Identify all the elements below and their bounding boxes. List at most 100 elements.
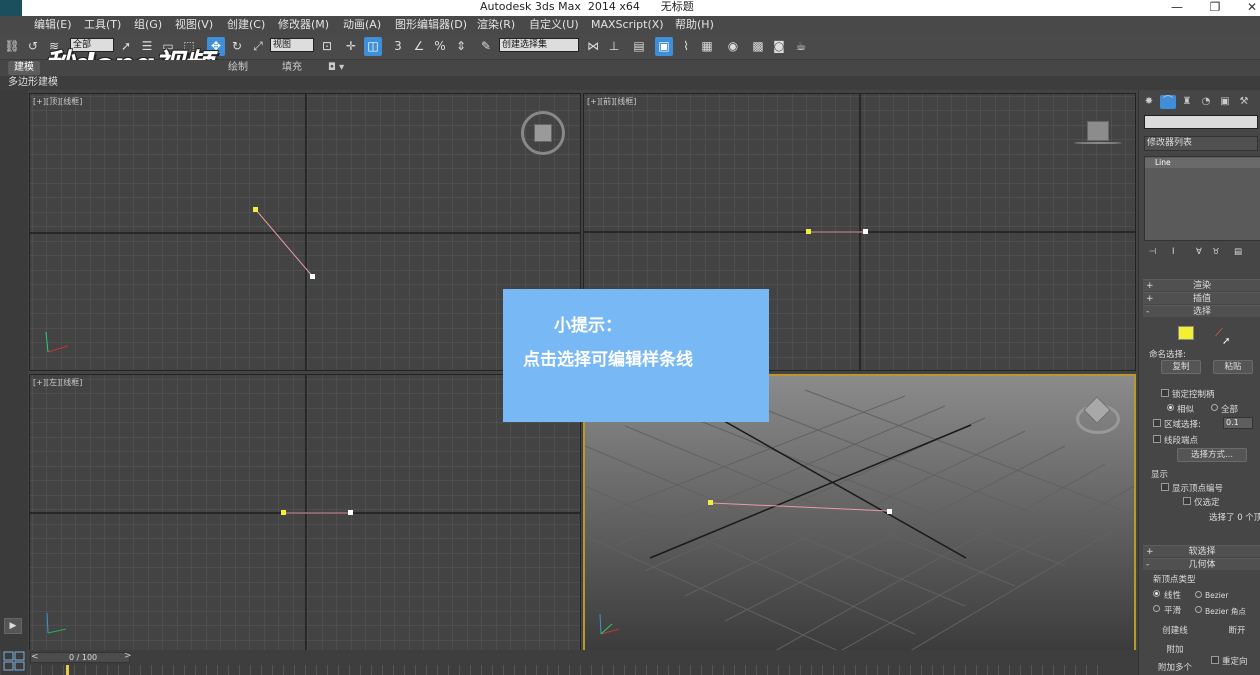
- percent-snap-icon[interactable]: %: [431, 37, 449, 56]
- lock-handles-checkbox[interactable]: [1161, 389, 1169, 397]
- viewport-layout-icon[interactable]: [1, 650, 27, 675]
- spline-vertex[interactable]: [253, 207, 258, 212]
- pin-stack-icon[interactable]: ⊣: [1149, 247, 1156, 257]
- align-icon[interactable]: ⊥: [605, 37, 623, 56]
- paste-button[interactable]: 粘贴: [1213, 360, 1253, 374]
- segment-end-checkbox[interactable]: [1153, 435, 1161, 443]
- spline-vertex[interactable]: [863, 229, 868, 234]
- spline-vertex[interactable]: [348, 510, 353, 515]
- spline-vertex[interactable]: [887, 509, 892, 514]
- create-panel-icon[interactable]: ✸: [1141, 95, 1157, 109]
- menu-views[interactable]: 视图(V): [175, 16, 213, 34]
- named-selection-dropdown[interactable]: 创建选择集: [499, 38, 579, 52]
- layer-manager-icon[interactable]: ▤: [630, 37, 648, 56]
- menu-edit[interactable]: 编辑(E): [34, 16, 72, 34]
- app-logo-icon[interactable]: [0, 0, 22, 16]
- remove-modifier-icon[interactable]: ♉: [1212, 247, 1220, 257]
- viewport-left[interactable]: [+][左][线框]: [29, 374, 581, 652]
- menu-animation[interactable]: 动画(A): [343, 16, 381, 34]
- polygon-modeling-label[interactable]: 多边形建模: [8, 76, 58, 90]
- menu-create[interactable]: 创建(C): [227, 16, 265, 34]
- rendered-frame-icon[interactable]: ◙: [770, 37, 788, 56]
- menu-group[interactable]: 组(G): [134, 16, 162, 34]
- snaps-toggle-icon[interactable]: 3: [389, 37, 407, 56]
- schematic-view-icon[interactable]: ▦: [698, 37, 716, 56]
- break-button[interactable]: 断开: [1215, 624, 1259, 638]
- track-bar[interactable]: [30, 665, 1105, 675]
- modifier-list-dropdown[interactable]: 修改器列表: [1144, 136, 1258, 151]
- graphite-tools-icon[interactable]: ▣: [655, 37, 673, 56]
- rollout-soft-selection[interactable]: + 软选择: [1143, 545, 1260, 557]
- menu-graph-editors[interactable]: 图形编辑器(D): [395, 16, 467, 34]
- stack-item-line[interactable]: Line: [1145, 158, 1260, 168]
- select-rotate-icon[interactable]: ↻: [228, 37, 246, 56]
- bezier-corner-radio[interactable]: [1195, 606, 1202, 613]
- reorient-checkbox[interactable]: [1211, 656, 1219, 664]
- menu-maxscript[interactable]: MAXScript(X): [591, 16, 664, 34]
- smooth-radio[interactable]: [1153, 605, 1160, 612]
- select-by-button[interactable]: 选择方式...: [1177, 448, 1247, 462]
- menu-modifiers[interactable]: 修改器(M): [278, 16, 329, 34]
- spline-vertex[interactable]: [281, 510, 286, 515]
- time-next-button[interactable]: >: [124, 651, 132, 661]
- time-slider[interactable]: < 0 / 100: [30, 652, 130, 663]
- angle-snap-icon[interactable]: ∠: [410, 37, 428, 56]
- object-name-field[interactable]: [1144, 115, 1258, 129]
- pivot-center-icon[interactable]: ⊡: [318, 37, 336, 56]
- only-selected-checkbox[interactable]: [1183, 497, 1191, 505]
- spinner-snap-icon[interactable]: ⇕: [452, 37, 470, 56]
- time-prev-button[interactable]: <: [31, 652, 39, 662]
- viewport-label-front[interactable]: [+][前][线框]: [587, 96, 636, 107]
- copy-button[interactable]: 复制: [1161, 360, 1201, 374]
- spline-vertex[interactable]: [806, 229, 811, 234]
- link-icon[interactable]: ⛓: [3, 37, 21, 56]
- select-manipulate-icon[interactable]: ✛: [342, 37, 360, 56]
- vertex-subobject-icon[interactable]: [1178, 326, 1194, 340]
- menu-customize[interactable]: 自定义(U): [529, 16, 579, 34]
- material-editor-icon[interactable]: ◉: [724, 37, 742, 56]
- menu-tools[interactable]: 工具(T): [84, 16, 121, 34]
- display-panel-icon[interactable]: ▣: [1217, 95, 1233, 109]
- area-threshold-spinner[interactable]: 0.1: [1223, 417, 1253, 429]
- edit-named-selection-icon[interactable]: ✎: [477, 37, 495, 56]
- configure-sets-icon[interactable]: ▤: [1234, 247, 1242, 257]
- all-radio[interactable]: [1211, 404, 1218, 411]
- restore-button[interactable]: ❐: [1205, 0, 1225, 16]
- show-end-result-icon[interactable]: Ⅰ: [1172, 247, 1175, 257]
- tab-paint[interactable]: 绘制: [228, 61, 248, 75]
- ref-coord-dropdown[interactable]: 视图: [270, 38, 314, 52]
- menu-rendering[interactable]: 渲染(R): [477, 16, 515, 34]
- similar-radio[interactable]: [1167, 404, 1174, 411]
- menu-help[interactable]: 帮助(H): [675, 16, 714, 34]
- utilities-panel-icon[interactable]: ⚒: [1236, 95, 1252, 109]
- rollout-interpolation[interactable]: + 插值: [1143, 292, 1260, 304]
- ribbon-options-icon[interactable]: ◘ ▾: [328, 61, 344, 75]
- select-scale-icon[interactable]: ⤢: [249, 37, 267, 56]
- spline-vertex[interactable]: [708, 500, 713, 505]
- modify-panel-icon[interactable]: ⌒: [1160, 95, 1176, 109]
- area-selection-checkbox[interactable]: [1153, 419, 1161, 427]
- curve-editor-icon[interactable]: ⌇: [677, 37, 695, 56]
- viewport-label-left[interactable]: [+][左][线框]: [33, 377, 82, 388]
- viewcube-top-icon[interactable]: [521, 111, 565, 155]
- viewport-label-top[interactable]: [+][顶][线框]: [33, 96, 82, 107]
- motion-panel-icon[interactable]: ◔: [1198, 95, 1214, 109]
- hierarchy-panel-icon[interactable]: ♜: [1179, 95, 1195, 109]
- bezier-radio[interactable]: [1195, 591, 1202, 598]
- show-vertex-numbers-checkbox[interactable]: [1161, 483, 1169, 491]
- tab-modeling[interactable]: 建模: [8, 61, 40, 75]
- rollout-selection[interactable]: - 选择: [1143, 305, 1260, 317]
- minimize-button[interactable]: —: [1167, 0, 1187, 16]
- close-button[interactable]: ✕: [1242, 0, 1260, 16]
- spline-vertex[interactable]: [310, 274, 315, 279]
- attach-button[interactable]: 附加: [1153, 643, 1197, 657]
- viewport-top[interactable]: [+][顶][线框]: [29, 93, 581, 371]
- tab-populate[interactable]: 填充: [282, 61, 302, 75]
- create-line-button[interactable]: 创建线: [1153, 624, 1197, 638]
- viewcube-front-icon[interactable]: [1087, 121, 1109, 141]
- mirror-icon[interactable]: ⋈: [584, 37, 602, 56]
- render-setup-icon[interactable]: ▩: [749, 37, 767, 56]
- rollout-rendering[interactable]: + 渲染: [1143, 279, 1260, 291]
- play-icon[interactable]: ▶: [4, 618, 22, 634]
- unlink-icon[interactable]: ↺: [24, 37, 42, 56]
